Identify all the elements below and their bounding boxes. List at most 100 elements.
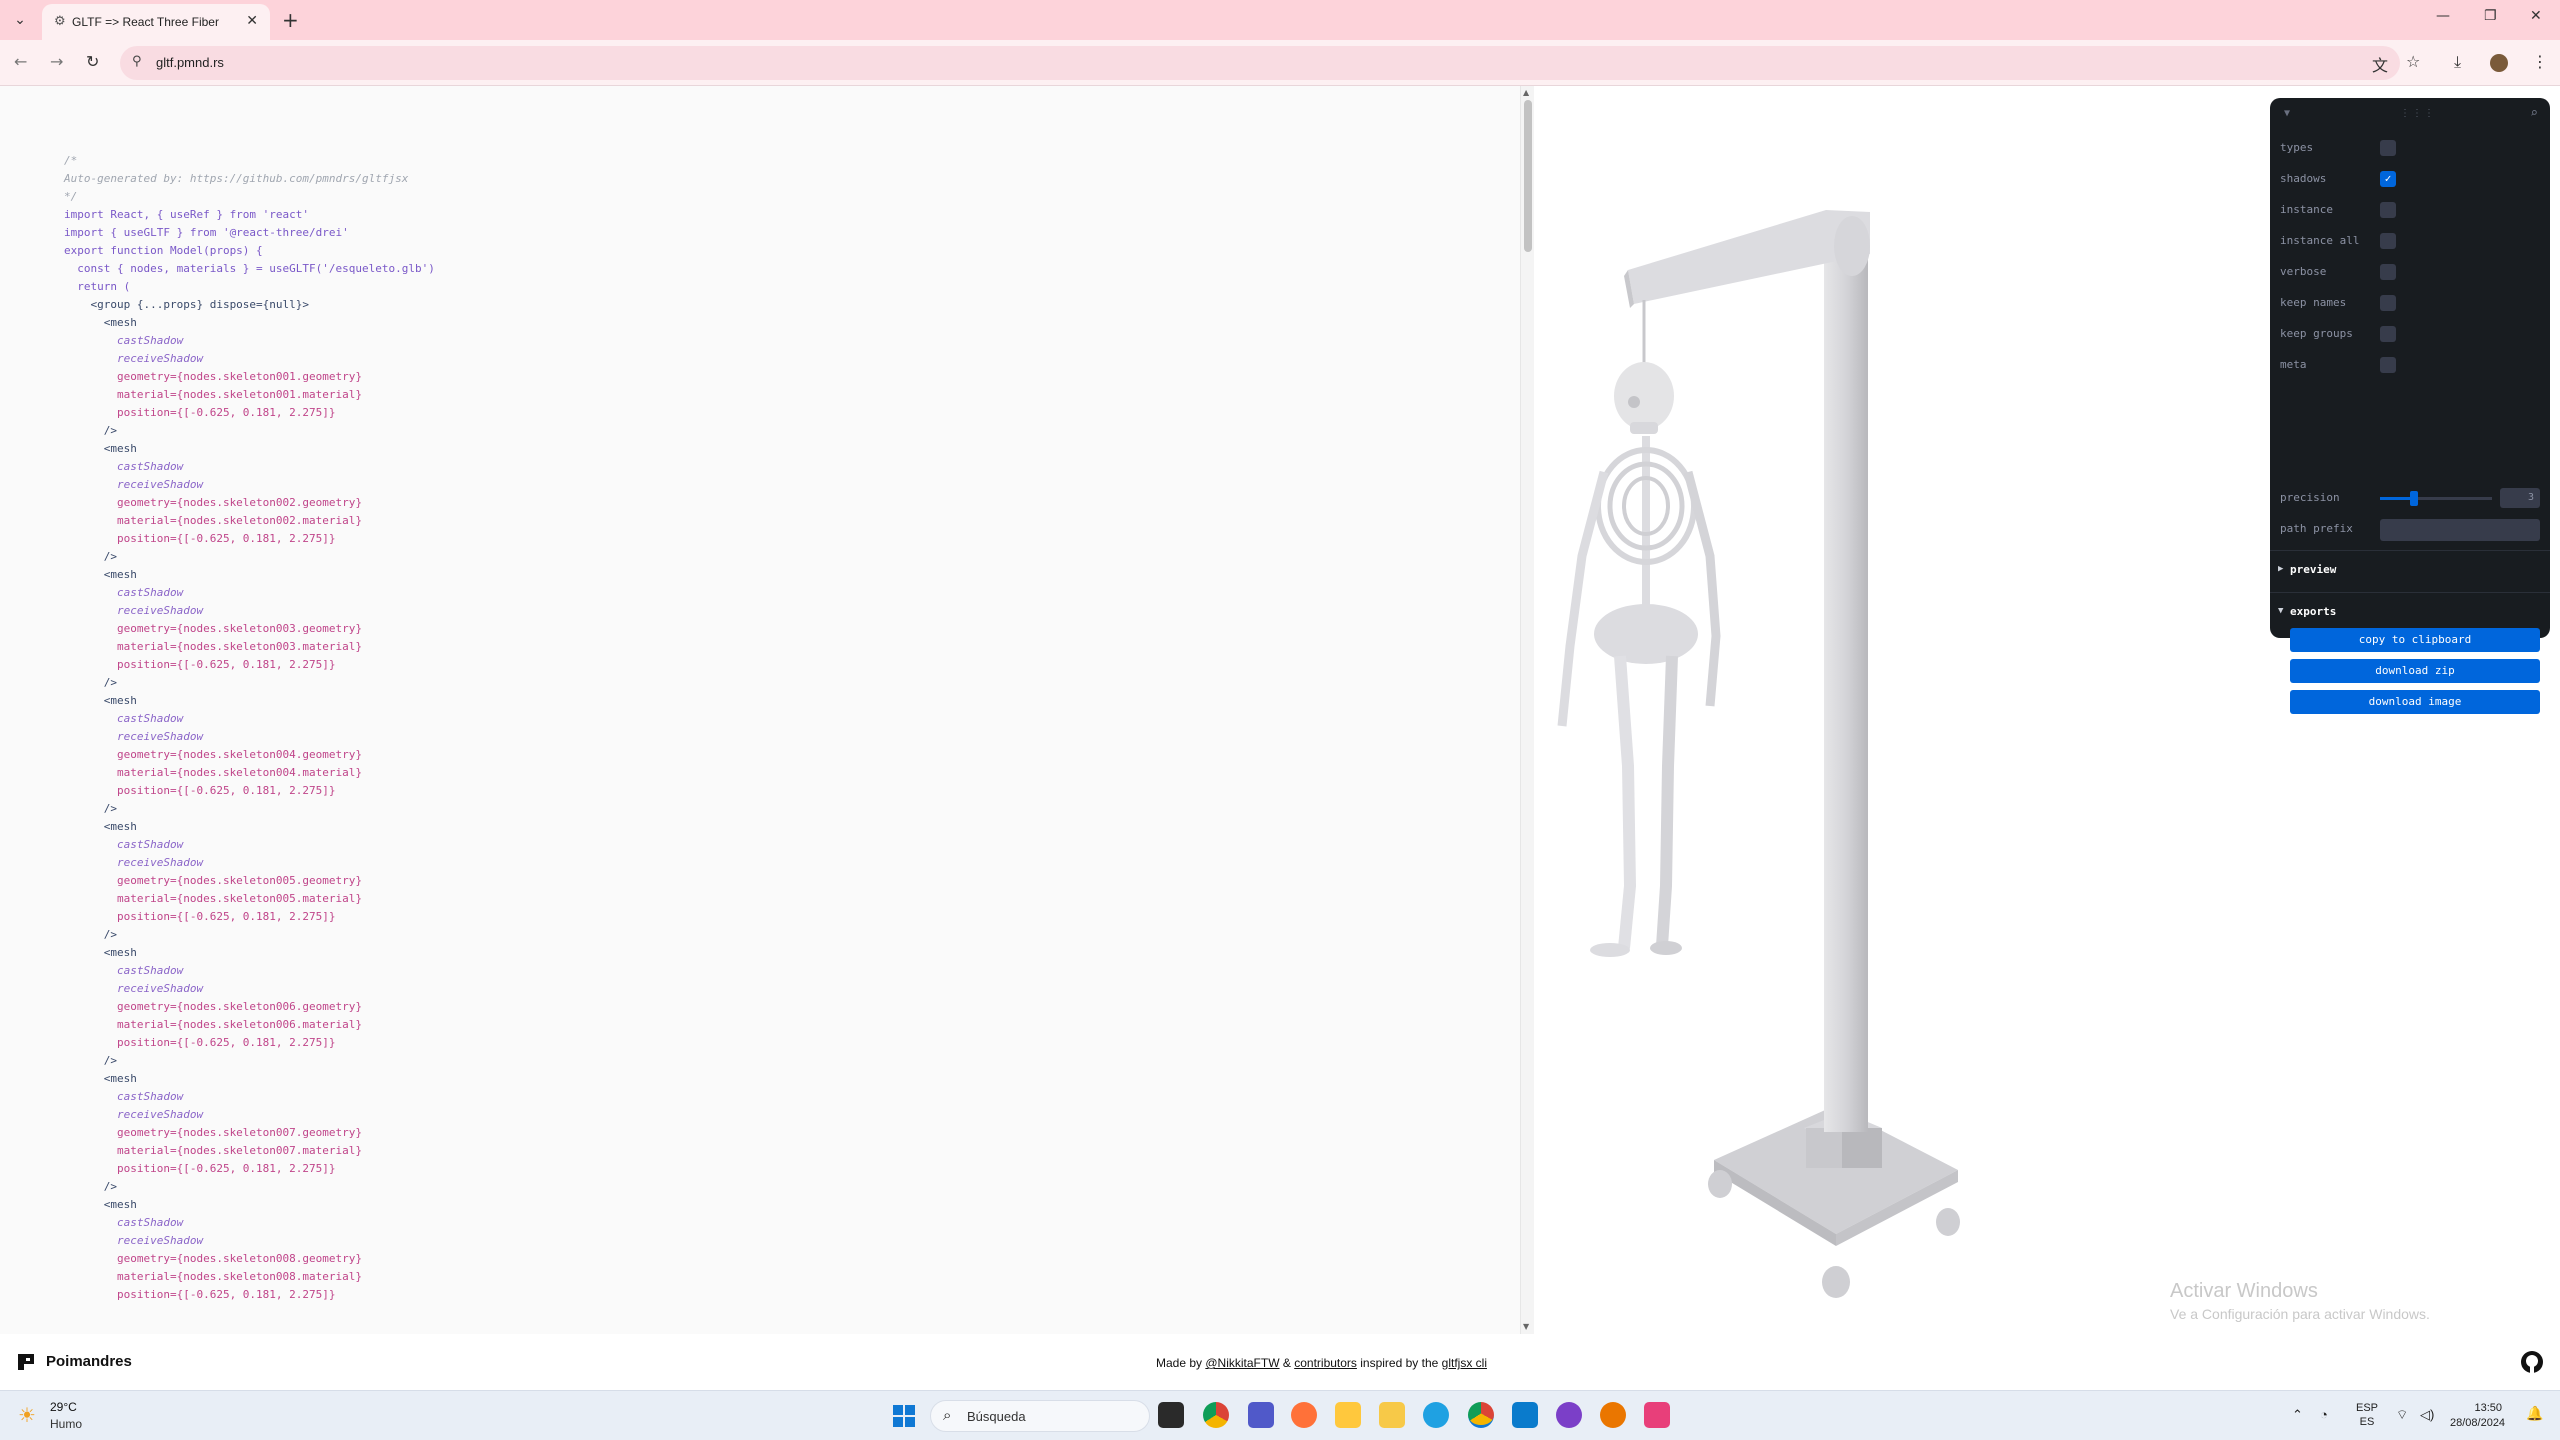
credits-text: Made by @NikkitaFTW & contributors inspi…	[1156, 1356, 1487, 1370]
scroll-thumb[interactable]	[1524, 100, 1532, 252]
types-checkbox[interactable]	[2380, 140, 2396, 156]
code-line: castShadow	[64, 838, 184, 851]
tray-app-icon[interactable]: ◔	[2320, 1407, 2328, 1422]
option-row-types: types	[2270, 132, 2550, 163]
code-line: position={[-0.625, 0.181, 2.275]}	[64, 784, 336, 797]
address-bar[interactable]: ⚲ gltf.pmnd.rs	[120, 46, 2400, 80]
teams-icon[interactable]	[1248, 1402, 1274, 1428]
meta-checkbox[interactable]	[2380, 357, 2396, 373]
option-label: instance all	[2280, 234, 2360, 247]
scroll-up-arrow-icon[interactable]: ▲	[1523, 88, 1529, 97]
edge-icon[interactable]	[1423, 1402, 1449, 1428]
preview-folder-title: preview	[2290, 563, 2337, 576]
profile-avatar[interactable]	[2490, 54, 2508, 72]
contributors-link[interactable]: contributors	[1294, 1356, 1357, 1370]
snipping-tool-icon[interactable]	[1644, 1402, 1670, 1428]
code-line: geometry={nodes.skeleton004.geometry}	[64, 748, 363, 761]
path-prefix-input[interactable]	[2380, 519, 2540, 541]
weather-temperature[interactable]: 29°C	[50, 1400, 77, 1414]
precision-slider[interactable]	[2380, 491, 2492, 506]
code-line: material={nodes.skeleton006.material}	[64, 1018, 363, 1031]
tray-overflow-chevron-icon[interactable]: ⌃	[2292, 1407, 2303, 1423]
code-scrollbar[interactable]: ▲ ▼	[1520, 86, 1534, 1334]
close-tab-icon[interactable]: ✕	[246, 13, 258, 29]
language-indicator[interactable]: ESP ES	[2356, 1401, 2378, 1429]
weather-condition[interactable]: Humo	[50, 1417, 82, 1431]
option-label: shadows	[2280, 172, 2327, 185]
app-tiles-icon[interactable]	[1335, 1402, 1361, 1428]
collapse-chevron-icon[interactable]: ▼	[2284, 108, 2290, 119]
code-line: <mesh	[64, 946, 137, 959]
shadows-checkbox[interactable]: ✓	[2380, 171, 2396, 187]
back-icon[interactable]: ←	[14, 52, 27, 71]
exports-expanded-arrow-icon: ▼	[2278, 606, 2284, 616]
system-clock[interactable]: 13:50 28/08/2024	[2450, 1401, 2506, 1431]
poimandres-logo-icon[interactable]	[16, 1352, 36, 1372]
download-icon[interactable]: ⤓	[2454, 52, 2461, 72]
minimize-icon[interactable]: —	[2436, 8, 2450, 24]
task-view-icon[interactable]	[1158, 1402, 1184, 1428]
brand-name[interactable]: Poimandres	[46, 1353, 132, 1370]
site-settings-icon[interactable]: ⚲	[132, 54, 142, 69]
weather-sun-icon[interactable]: ☀	[18, 1403, 36, 1428]
search-icon: ⌕	[943, 1407, 952, 1424]
chrome-active-icon[interactable]	[1468, 1402, 1494, 1428]
download-zip-button[interactable]: download zip	[2290, 659, 2540, 683]
code-line: receiveShadow	[64, 982, 204, 995]
wifi-icon[interactable]: ⌔	[2396, 1407, 2408, 1423]
option-label: keep names	[2280, 296, 2347, 309]
copy-to-clipboard-button[interactable]: copy to clipboard	[2290, 628, 2540, 652]
scroll-down-arrow-icon[interactable]: ▼	[1523, 1322, 1529, 1331]
download-image-button[interactable]: download image	[2290, 690, 2540, 714]
code-line: const { nodes, materials } = useGLTF('/e…	[64, 262, 435, 275]
code-line: />	[64, 802, 117, 815]
precision-slider-knob[interactable]	[2409, 491, 2418, 506]
reload-icon[interactable]: ↻	[86, 52, 99, 71]
chrome-icon[interactable]	[1203, 1402, 1229, 1428]
notification-bell-icon[interactable]: 🔔	[2526, 1405, 2543, 1422]
code-line: <mesh	[64, 1198, 137, 1211]
forward-icon[interactable]: →	[50, 52, 63, 71]
github-desktop-icon[interactable]	[1556, 1402, 1582, 1428]
keep-names-checkbox[interactable]	[2380, 295, 2396, 311]
exports-folder[interactable]: ▼ exports	[2270, 598, 2550, 626]
menu-dots-icon[interactable]: ⋮	[2532, 52, 2548, 71]
drag-handle-icon[interactable]: ⋮⋮⋮	[2400, 108, 2436, 119]
code-line: material={nodes.skeleton008.material}	[64, 1270, 363, 1283]
code-line: material={nodes.skeleton007.material}	[64, 1144, 363, 1157]
instance-checkbox[interactable]	[2380, 202, 2396, 218]
code-line: />	[64, 676, 117, 689]
start-menu-icon[interactable]	[893, 1405, 915, 1427]
firefox-icon[interactable]	[1291, 1402, 1317, 1428]
option-row-instance: instance	[2270, 194, 2550, 225]
file-explorer-icon[interactable]	[1379, 1402, 1405, 1428]
blender-icon[interactable]	[1600, 1402, 1626, 1428]
volume-icon[interactable]: ◁)	[2420, 1407, 2434, 1423]
instance-all-checkbox[interactable]	[2380, 233, 2396, 249]
panel-search-icon[interactable]: ⌕	[2530, 106, 2538, 121]
taskbar-search[interactable]: ⌕ Búsqueda	[930, 1400, 1150, 1432]
github-icon[interactable]	[2520, 1350, 2544, 1374]
new-tab-icon[interactable]: +	[282, 8, 299, 32]
code-output-pane: /* Auto-generated by: https://github.com/…	[0, 86, 1520, 1334]
active-tab[interactable]: ⚙ GLTF => React Three Fiber ✕	[42, 4, 270, 40]
preview-folder[interactable]: ▶ preview	[2270, 556, 2550, 584]
author-link[interactable]: @NikkitaFTW	[1205, 1356, 1279, 1370]
precision-value-input[interactable]: 3	[2500, 488, 2540, 508]
tab-search-chevron-icon[interactable]: ⌄	[8, 8, 32, 32]
bookmark-star-icon[interactable]: ☆	[2406, 52, 2420, 71]
code-line: position={[-0.625, 0.181, 2.275]}	[64, 1036, 336, 1049]
code-line: material={nodes.skeleton003.material}	[64, 640, 363, 653]
vscode-icon[interactable]	[1512, 1402, 1538, 1428]
clock-date: 28/08/2024	[2450, 1417, 2506, 1429]
close-window-icon[interactable]: ✕	[2530, 8, 2542, 24]
keep-groups-checkbox[interactable]	[2380, 326, 2396, 342]
translate-icon[interactable]: 文	[2372, 52, 2388, 76]
restore-icon[interactable]: ❐	[2484, 8, 2497, 24]
verbose-checkbox[interactable]	[2380, 264, 2396, 280]
panel-header[interactable]: ▼ ⋮⋮⋮ ⌕	[2270, 98, 2550, 132]
option-label: instance	[2280, 203, 2333, 216]
code-line: position={[-0.625, 0.181, 2.275]}	[64, 406, 336, 419]
gltfjsx-cli-link[interactable]: gltfjsx cli	[1442, 1356, 1487, 1370]
panel-divider	[2270, 550, 2550, 551]
